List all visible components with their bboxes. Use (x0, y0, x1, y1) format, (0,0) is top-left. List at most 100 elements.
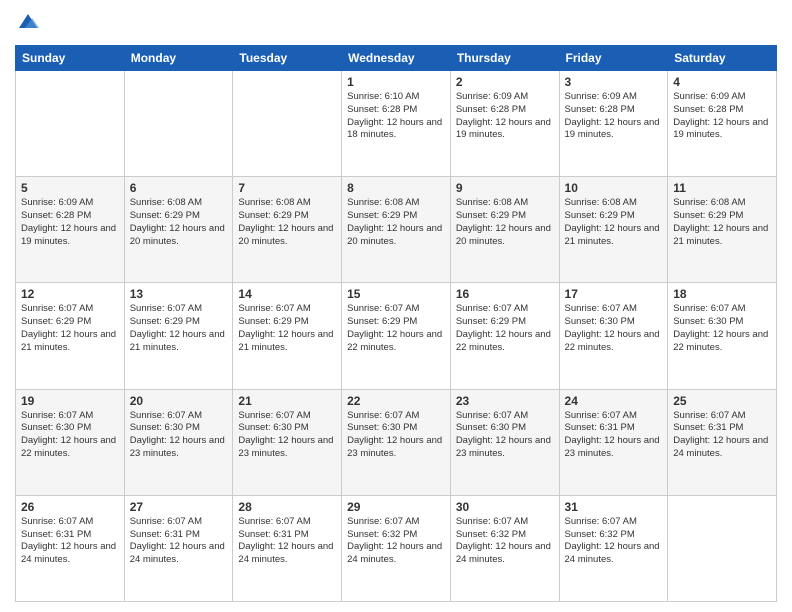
day-number: 9 (456, 181, 554, 195)
calendar-cell (124, 71, 233, 177)
day-number: 14 (238, 287, 336, 301)
day-number: 22 (347, 394, 445, 408)
day-info: Sunrise: 6:08 AM Sunset: 6:29 PM Dayligh… (347, 197, 445, 248)
week-row-2: 12 Sunrise: 6:07 AM Sunset: 6:29 PM Dayli… (16, 283, 777, 389)
calendar-cell: 1Sunrise: 6:10 AM Sunset: 6:28 PM Daylig… (342, 71, 451, 177)
calendar-cell: 30 Sunrise: 6:07 AM Sunset: 6:32 PM Dayli… (450, 495, 559, 601)
day-number: 1 (347, 75, 445, 89)
week-row-1: 5 Sunrise: 6:09 AM Sunset: 6:28 PM Daylig… (16, 177, 777, 283)
day-number: 3 (565, 75, 663, 89)
calendar-cell (16, 71, 125, 177)
day-info: Sunrise: 6:07 AM Sunset: 6:30 PM Dayligh… (347, 410, 445, 461)
day-info: Sunrise: 6:09 AM Sunset: 6:28 PM Dayligh… (21, 197, 119, 248)
calendar-cell: 29 Sunrise: 6:07 AM Sunset: 6:32 PM Dayli… (342, 495, 451, 601)
calendar-cell: 27Sunrise: 6:07 AM Sunset: 6:31 PM Dayli… (124, 495, 233, 601)
col-header-thursday: Thursday (450, 46, 559, 71)
day-info: Sunrise: 6:07 AM Sunset: 6:30 PM Dayligh… (456, 410, 554, 461)
day-number: 10 (565, 181, 663, 195)
day-number: 8 (347, 181, 445, 195)
calendar-cell: 11 Sunrise: 6:08 AM Sunset: 6:29 PM Dayli… (668, 177, 777, 283)
day-info: Sunrise: 6:08 AM Sunset: 6:29 PM Dayligh… (238, 197, 336, 248)
day-number: 11 (673, 181, 771, 195)
col-header-friday: Friday (559, 46, 668, 71)
day-info: Sunrise: 6:07 AM Sunset: 6:29 PM Dayligh… (130, 303, 228, 354)
day-info: Sunrise: 6:07 AM Sunset: 6:30 PM Dayligh… (21, 410, 119, 461)
day-info: Sunrise: 6:09 AM Sunset: 6:28 PM Dayligh… (456, 91, 554, 142)
calendar-cell: 21 Sunrise: 6:07 AM Sunset: 6:30 PM Dayli… (233, 389, 342, 495)
calendar-cell: 4 Sunrise: 6:09 AM Sunset: 6:28 PM Daylig… (668, 71, 777, 177)
day-info: Sunrise: 6:07 AM Sunset: 6:31 PM Dayligh… (130, 516, 228, 567)
day-info: Sunrise: 6:07 AM Sunset: 6:32 PM Dayligh… (347, 516, 445, 567)
day-info: Sunrise: 6:07 AM Sunset: 6:32 PM Dayligh… (565, 516, 663, 567)
logo (15, 10, 39, 37)
day-info: Sunrise: 6:08 AM Sunset: 6:29 PM Dayligh… (130, 197, 228, 248)
day-info: Sunrise: 6:07 AM Sunset: 6:31 PM Dayligh… (565, 410, 663, 461)
day-info: Sunrise: 6:07 AM Sunset: 6:31 PM Dayligh… (21, 516, 119, 567)
calendar-cell: 17 Sunrise: 6:07 AM Sunset: 6:30 PM Dayli… (559, 283, 668, 389)
day-number: 13 (130, 287, 228, 301)
calendar-cell: 20 Sunrise: 6:07 AM Sunset: 6:30 PM Dayli… (124, 389, 233, 495)
page-header (15, 10, 777, 37)
day-info: Sunrise: 6:07 AM Sunset: 6:29 PM Dayligh… (238, 303, 336, 354)
calendar-cell: 22 Sunrise: 6:07 AM Sunset: 6:30 PM Dayli… (342, 389, 451, 495)
day-info: Sunrise: 6:08 AM Sunset: 6:29 PM Dayligh… (673, 197, 771, 248)
day-info: Sunrise: 6:08 AM Sunset: 6:29 PM Dayligh… (456, 197, 554, 248)
calendar-cell: 6 Sunrise: 6:08 AM Sunset: 6:29 PM Daylig… (124, 177, 233, 283)
day-info: Sunrise: 6:09 AM Sunset: 6:28 PM Dayligh… (565, 91, 663, 142)
calendar-cell: 24 Sunrise: 6:07 AM Sunset: 6:31 PM Dayli… (559, 389, 668, 495)
day-number: 15 (347, 287, 445, 301)
day-number: 24 (565, 394, 663, 408)
col-header-monday: Monday (124, 46, 233, 71)
day-info: Sunrise: 6:07 AM Sunset: 6:29 PM Dayligh… (21, 303, 119, 354)
col-header-sunday: Sunday (16, 46, 125, 71)
day-info: Sunrise: 6:09 AM Sunset: 6:28 PM Dayligh… (673, 91, 771, 142)
calendar-cell: 23Sunrise: 6:07 AM Sunset: 6:30 PM Dayli… (450, 389, 559, 495)
calendar-cell: 10Sunrise: 6:08 AM Sunset: 6:29 PM Dayli… (559, 177, 668, 283)
week-row-0: 1Sunrise: 6:10 AM Sunset: 6:28 PM Daylig… (16, 71, 777, 177)
calendar-cell: 28Sunrise: 6:07 AM Sunset: 6:31 PM Dayli… (233, 495, 342, 601)
calendar-cell: 2 Sunrise: 6:09 AM Sunset: 6:28 PM Daylig… (450, 71, 559, 177)
week-row-4: 26 Sunrise: 6:07 AM Sunset: 6:31 PM Dayli… (16, 495, 777, 601)
day-number: 2 (456, 75, 554, 89)
calendar-table: SundayMondayTuesdayWednesdayThursdayFrid… (15, 45, 777, 602)
day-number: 30 (456, 500, 554, 514)
calendar-cell: 12 Sunrise: 6:07 AM Sunset: 6:29 PM Dayli… (16, 283, 125, 389)
day-number: 7 (238, 181, 336, 195)
calendar-cell: 13 Sunrise: 6:07 AM Sunset: 6:29 PM Dayli… (124, 283, 233, 389)
calendar-cell: 25 Sunrise: 6:07 AM Sunset: 6:31 PM Dayli… (668, 389, 777, 495)
day-number: 26 (21, 500, 119, 514)
calendar-cell: 14 Sunrise: 6:07 AM Sunset: 6:29 PM Dayli… (233, 283, 342, 389)
calendar-cell: 8 Sunrise: 6:08 AM Sunset: 6:29 PM Daylig… (342, 177, 451, 283)
calendar-cell: 18 Sunrise: 6:07 AM Sunset: 6:30 PM Dayli… (668, 283, 777, 389)
day-number: 20 (130, 394, 228, 408)
calendar-page: SundayMondayTuesdayWednesdayThursdayFrid… (0, 0, 792, 612)
day-number: 19 (21, 394, 119, 408)
day-info: Sunrise: 6:07 AM Sunset: 6:29 PM Dayligh… (347, 303, 445, 354)
day-info: Sunrise: 6:07 AM Sunset: 6:30 PM Dayligh… (673, 303, 771, 354)
day-number: 21 (238, 394, 336, 408)
day-number: 17 (565, 287, 663, 301)
day-number: 12 (21, 287, 119, 301)
calendar-cell: 7 Sunrise: 6:08 AM Sunset: 6:29 PM Daylig… (233, 177, 342, 283)
day-number: 6 (130, 181, 228, 195)
day-info: Sunrise: 6:07 AM Sunset: 6:30 PM Dayligh… (565, 303, 663, 354)
day-info: Sunrise: 6:07 AM Sunset: 6:30 PM Dayligh… (238, 410, 336, 461)
day-number: 29 (347, 500, 445, 514)
calendar-cell: 19 Sunrise: 6:07 AM Sunset: 6:30 PM Dayli… (16, 389, 125, 495)
day-info: Sunrise: 6:07 AM Sunset: 6:32 PM Dayligh… (456, 516, 554, 567)
day-info: Sunrise: 6:07 AM Sunset: 6:31 PM Dayligh… (673, 410, 771, 461)
col-header-saturday: Saturday (668, 46, 777, 71)
day-number: 16 (456, 287, 554, 301)
logo-icon (17, 10, 39, 32)
col-header-wednesday: Wednesday (342, 46, 451, 71)
day-info: Sunrise: 6:07 AM Sunset: 6:30 PM Dayligh… (130, 410, 228, 461)
day-number: 18 (673, 287, 771, 301)
calendar-cell: 3 Sunrise: 6:09 AM Sunset: 6:28 PM Daylig… (559, 71, 668, 177)
day-number: 25 (673, 394, 771, 408)
day-number: 4 (673, 75, 771, 89)
day-number: 28 (238, 500, 336, 514)
calendar-cell (668, 495, 777, 601)
day-info: Sunrise: 6:07 AM Sunset: 6:29 PM Dayligh… (456, 303, 554, 354)
calendar-cell: 5 Sunrise: 6:09 AM Sunset: 6:28 PM Daylig… (16, 177, 125, 283)
day-number: 5 (21, 181, 119, 195)
